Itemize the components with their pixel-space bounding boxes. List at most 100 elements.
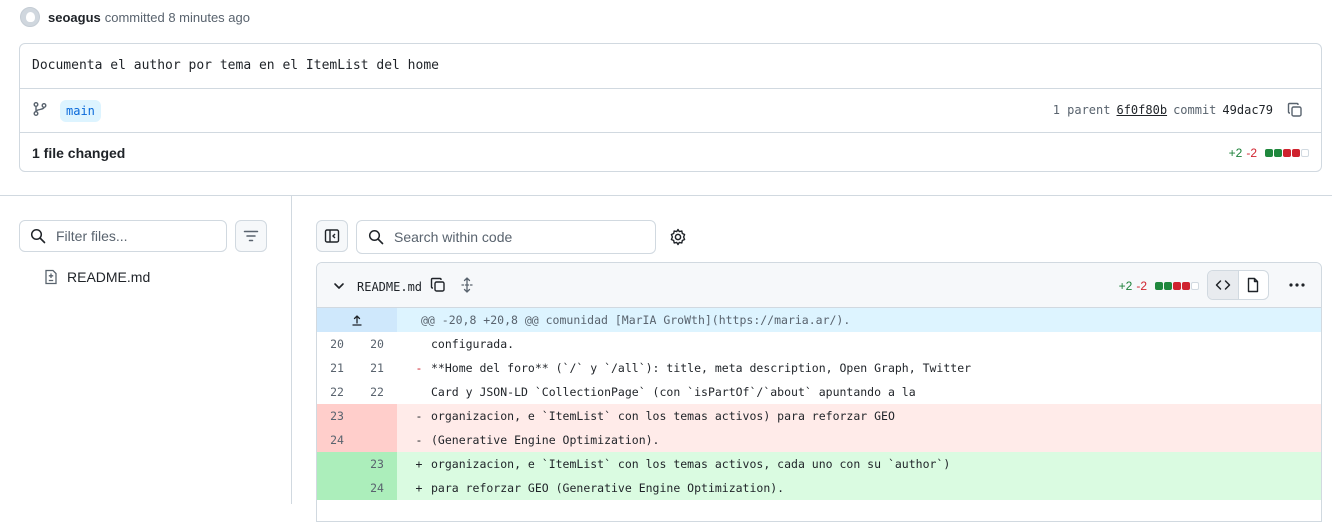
diff-line-text: **Home del foro** (`/` y `/all`): title,… [431, 361, 972, 375]
diff-line-code: - organizacion, e `ItemList` con los tema… [397, 404, 1321, 428]
diff-line-code: + para reforzar GEO (Generative Engine Op… [397, 476, 1321, 500]
toggle-file-tree-button[interactable] [316, 220, 348, 252]
expand-up-button[interactable] [317, 308, 397, 332]
new-line-number[interactable]: 20 [357, 332, 397, 356]
diffstat-block-add [1274, 149, 1282, 157]
diffstat-block-add [1265, 149, 1273, 157]
diff-sign: + [415, 481, 423, 495]
new-line-number[interactable] [357, 428, 397, 452]
diff-filename[interactable]: README.md [357, 280, 422, 294]
expand-up-icon [352, 315, 362, 326]
hunk-header-row: @@ -20,8 +20,8 @@ comunidad [MarIA GroWt… [317, 308, 1321, 332]
divider [20, 88, 1321, 89]
sidebar-collapse-icon [324, 229, 340, 243]
filter-files-input[interactable] [54, 227, 214, 245]
commit-sha: 49dac79 [1222, 103, 1273, 117]
diff-line: 21 21 - **Home del foro** (`/` y `/all`):… [317, 356, 1321, 380]
diff-line-text: configurada. [431, 337, 515, 351]
old-line-number[interactable]: 21 [317, 356, 357, 380]
diffstat-block-add [1155, 282, 1163, 290]
diff-line-code: - (Generative Engine Optimization). [397, 428, 1321, 452]
diff-line-added: 23 + organizacion, e `ItemList` con los t… [317, 452, 1321, 476]
search-icon [30, 228, 46, 244]
file-deletions: -2 [1136, 279, 1147, 293]
diff-line-text: organizacion, e `ItemList` con los temas… [431, 457, 951, 471]
old-line-number[interactable]: 22 [317, 380, 357, 404]
diff-line-text: Card y JSON-LD `CollectionPage` (con `is… [431, 385, 916, 399]
filter-icon [243, 230, 259, 242]
new-line-number[interactable]: 22 [357, 380, 397, 404]
old-line-number[interactable]: 24 [317, 428, 357, 452]
copy-icon[interactable] [1287, 102, 1303, 118]
diff-line-code: configurada. [397, 332, 1321, 356]
old-line-number[interactable] [317, 476, 357, 500]
parent-sha-link[interactable]: 6f0f80b [1116, 103, 1167, 117]
diff-file-card: README.md +2 -2 @@ -20,8 +20,8 @@ comuni… [316, 262, 1322, 522]
diff-line-text: para reforzar GEO (Generative Engine Opt… [431, 481, 785, 495]
diff-line-deleted: 23 - organizacion, e `ItemList` con los t… [317, 404, 1321, 428]
diff-sign: - [415, 433, 423, 447]
diffstat-blocks [1265, 149, 1309, 157]
commit-summary-box: Documenta el author por tema en el ItemL… [19, 43, 1322, 172]
commit-message: Documenta el author por tema en el ItemL… [32, 58, 439, 73]
branch-pill-main[interactable]: main [60, 100, 101, 122]
diffstat-block-add [1164, 282, 1172, 290]
parent-label: 1 parent [1052, 103, 1111, 117]
view-code-button[interactable] [1208, 271, 1239, 299]
new-line-number[interactable]: 24 [357, 476, 397, 500]
file-tree-item-label: README.md [67, 269, 151, 285]
additions-count: +2 [1228, 146, 1243, 160]
diff-line-code: + organizacion, e `ItemList` con los tema… [397, 452, 1321, 476]
commit-label: commit [1173, 103, 1217, 117]
diff-line-text: organizacion, e `ItemList` con los temas… [431, 409, 895, 423]
copy-icon[interactable] [430, 277, 446, 293]
filter-options-button[interactable] [235, 220, 267, 252]
diff-line: 22 22 Card y JSON-LD `CollectionPage` (c… [317, 380, 1321, 404]
view-toggle [1207, 270, 1269, 300]
diff-line-added: 24 + para reforzar GEO (Generative Engine… [317, 476, 1321, 500]
commit-time: committed 8 minutes ago [104, 9, 250, 25]
diffstat: +2 -2 [1229, 146, 1309, 160]
file-diffstat: +2 -2 [1119, 279, 1199, 293]
diff-line-deleted: 24 - (Generative Engine Optimization). [317, 428, 1321, 452]
expand-all-icon[interactable] [459, 277, 475, 293]
search-within-code-input[interactable] [392, 228, 652, 246]
search-within-code-field [356, 220, 656, 254]
search-icon [368, 229, 384, 245]
view-file-button[interactable] [1239, 271, 1269, 299]
diff-sign: + [415, 457, 423, 471]
diff-line-code: - **Home del foro** (`/` y `/all`): title… [397, 356, 1321, 380]
diff-file-header: README.md +2 -2 [317, 263, 1321, 308]
file-additions: +2 [1118, 279, 1133, 293]
new-line-number[interactable]: 23 [357, 452, 397, 476]
old-line-number[interactable]: 23 [317, 404, 357, 428]
divider [0, 195, 1332, 196]
diffstat-block-del [1173, 282, 1181, 290]
divider [20, 132, 1321, 133]
author-name[interactable]: seoagus [48, 10, 101, 25]
old-line-number[interactable] [317, 452, 357, 476]
file-icon [1248, 277, 1259, 293]
diff-line-text: (Generative Engine Optimization). [431, 433, 660, 447]
commit-meta: 1 parent 6f0f80b commit 49dac79 [1053, 103, 1273, 117]
chevron-down-icon[interactable] [332, 279, 346, 293]
kebab-menu-icon[interactable] [1287, 275, 1307, 295]
file-diff-icon [45, 269, 57, 285]
diff-body: @@ -20,8 +20,8 @@ comunidad [MarIA GroWt… [317, 308, 1321, 500]
new-line-number[interactable]: 21 [357, 356, 397, 380]
diff-sign: - [415, 409, 423, 423]
old-line-number[interactable]: 20 [317, 332, 357, 356]
diff-line: 20 20 configurada. [317, 332, 1321, 356]
gear-icon[interactable] [668, 227, 688, 247]
sidebar-divider [291, 196, 292, 504]
diff-line-code: Card y JSON-LD `CollectionPage` (con `is… [397, 380, 1321, 404]
deletions-count: -2 [1246, 146, 1257, 160]
hunk-header-text: @@ -20,8 +20,8 @@ comunidad [MarIA GroWt… [421, 313, 851, 327]
avatar[interactable] [20, 7, 40, 27]
new-line-number[interactable] [357, 404, 397, 428]
file-tree-item-readme[interactable]: README.md [43, 268, 150, 286]
code-icon [1215, 280, 1230, 290]
files-changed-count: 1 file changed [32, 145, 126, 161]
diffstat-block-del [1283, 149, 1291, 157]
diffstat-blocks [1155, 282, 1199, 290]
